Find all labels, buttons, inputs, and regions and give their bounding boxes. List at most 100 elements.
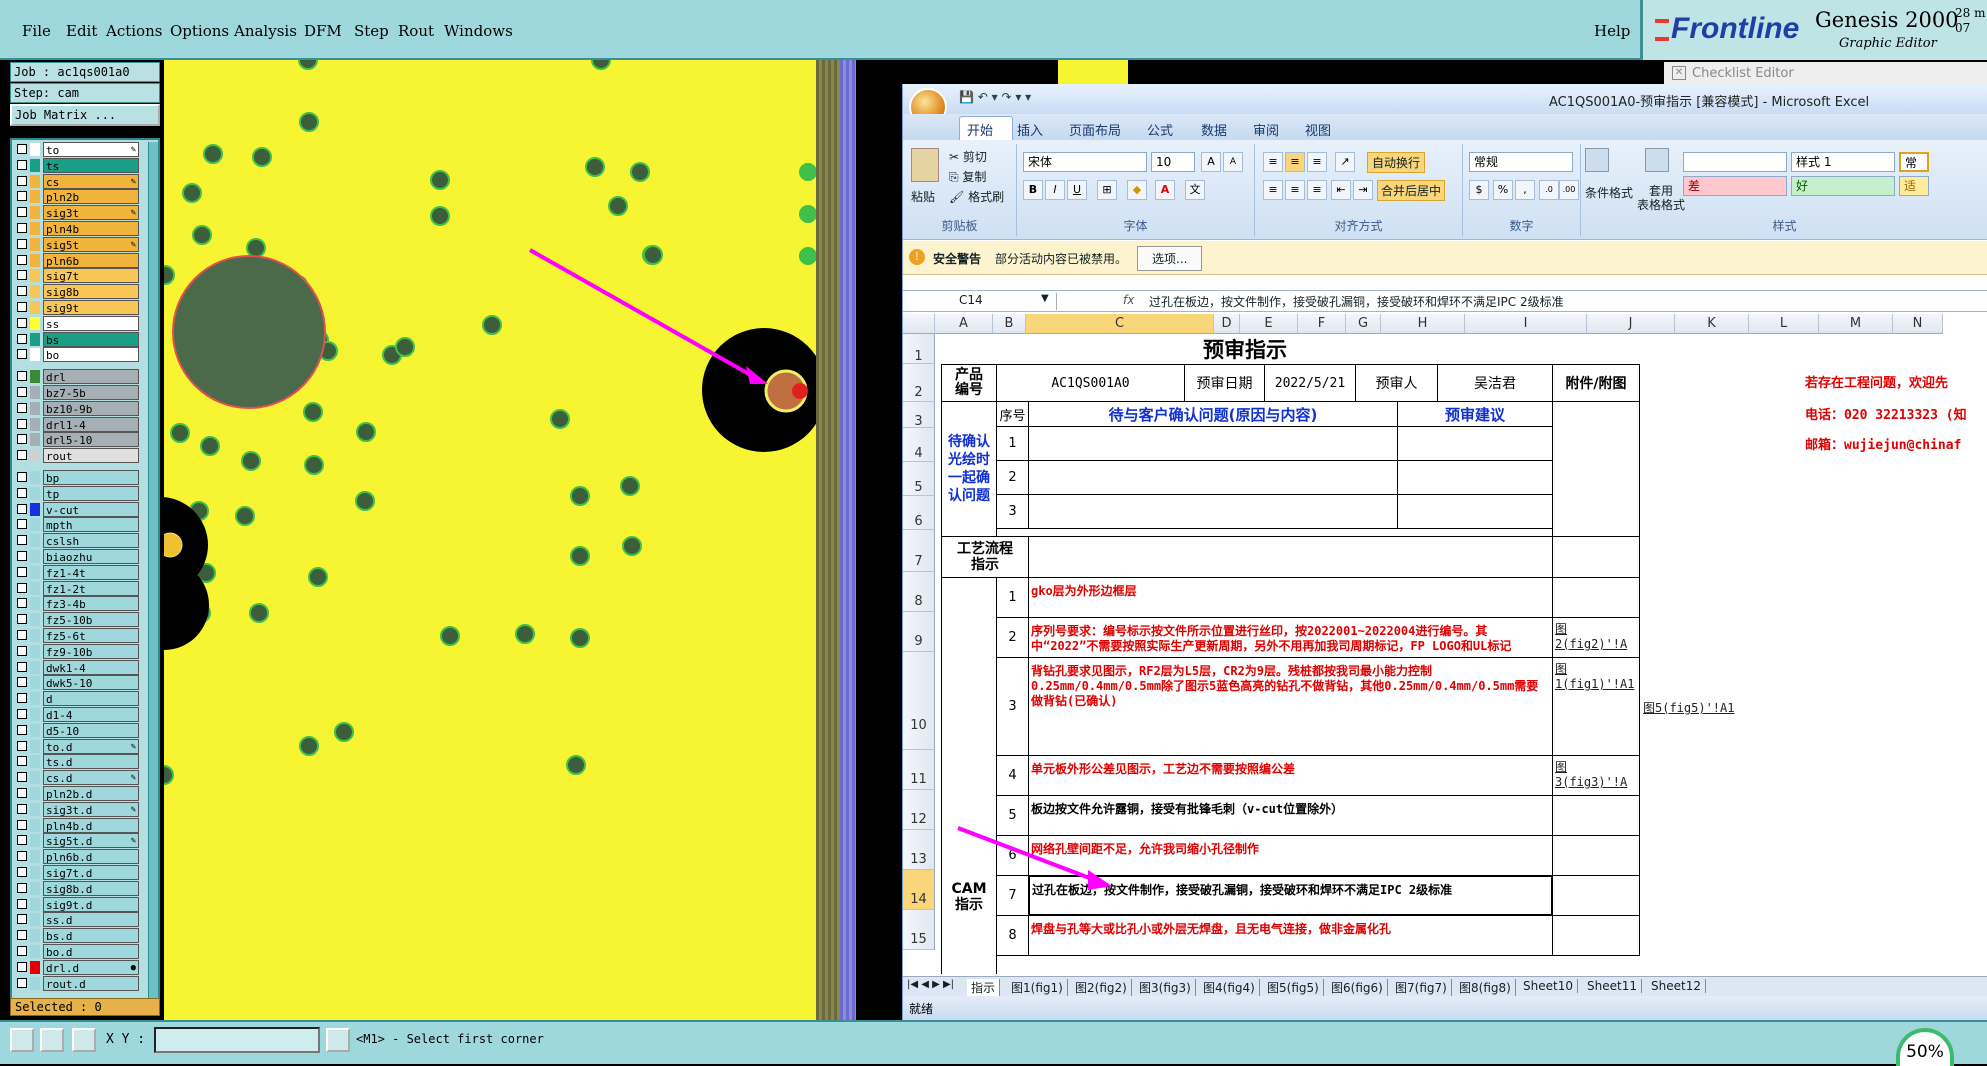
row-header[interactable]: 2 xyxy=(903,364,935,402)
layer-row[interactable]: dwk1-4 xyxy=(14,659,142,675)
contact-line-2[interactable]: 电话：020 32213323 (知 xyxy=(1805,404,1987,424)
layer-color-swatch[interactable] xyxy=(30,433,40,447)
layer-checkbox[interactable] xyxy=(17,566,27,577)
layer-color-swatch[interactable] xyxy=(30,370,40,384)
attach-label[interactable]: 附件/附图 xyxy=(1552,364,1640,402)
layer-checkbox[interactable] xyxy=(17,756,27,767)
xy-input[interactable] xyxy=(154,1027,320,1053)
layer-row[interactable]: bs.d xyxy=(14,928,142,944)
layer-row[interactable]: ts xyxy=(14,157,142,173)
instruction-text[interactable]: 序列号要求：编号标示按文件所示位置进行丝印，按2022001~2022004进行… xyxy=(1028,617,1553,658)
tab-home[interactable]: 开始 xyxy=(967,120,993,139)
menu-analysis[interactable]: Analysis xyxy=(234,22,297,40)
layer-color-swatch[interactable] xyxy=(30,708,40,721)
layer-name[interactable]: cs.d ✎ xyxy=(43,770,139,786)
instruction-attach[interactable]: 图2(fig2)'!A xyxy=(1552,617,1640,658)
layer-checkbox[interactable] xyxy=(17,349,27,360)
layer-checkbox[interactable] xyxy=(17,175,27,186)
layer-checkbox[interactable] xyxy=(17,851,27,862)
layer-row[interactable]: cs.d ✎ xyxy=(14,770,142,786)
layer-checkbox[interactable] xyxy=(17,387,27,397)
layer-color-swatch[interactable] xyxy=(30,332,40,346)
layer-row[interactable]: pln2b.d xyxy=(14,786,142,801)
layer-color-swatch[interactable] xyxy=(30,976,40,990)
layer-name[interactable]: ss xyxy=(43,315,139,331)
layer-name[interactable]: ts.d xyxy=(43,754,139,770)
layer-checkbox[interactable] xyxy=(17,803,27,814)
layer-row[interactable]: drl1-4 xyxy=(14,416,142,432)
style-1[interactable]: 样式 1 xyxy=(1791,152,1895,172)
layer-color-swatch[interactable] xyxy=(30,417,40,431)
layer-checkbox[interactable] xyxy=(17,930,27,941)
info-tool-icon[interactable] xyxy=(326,1028,350,1052)
layer-checkbox[interactable] xyxy=(17,598,27,609)
layer-color-swatch[interactable] xyxy=(30,834,40,848)
font-color-button[interactable]: A xyxy=(1155,180,1175,200)
layer-name[interactable]: dwk5-10 xyxy=(43,675,139,691)
layer-row[interactable]: sig9t.d xyxy=(14,896,142,912)
align-right-button[interactable]: ≡ xyxy=(1307,180,1327,200)
instruction-attach[interactable] xyxy=(1552,835,1640,876)
column-header[interactable]: M xyxy=(1819,314,1893,334)
align-left-button[interactable]: ≡ xyxy=(1263,180,1283,200)
layer-name[interactable]: cs ✎ xyxy=(43,173,139,189)
layer-row[interactable]: pln6b.d xyxy=(14,849,142,865)
layer-row[interactable]: fz5-10b xyxy=(14,612,142,628)
row-header[interactable]: 10 xyxy=(903,652,935,750)
row-header[interactable]: 15 xyxy=(903,910,935,950)
layer-color-swatch[interactable] xyxy=(30,158,40,172)
layer-color-swatch[interactable] xyxy=(30,960,40,974)
column-header[interactable]: H xyxy=(1381,314,1465,334)
style-normal[interactable]: 常 xyxy=(1899,152,1929,172)
layer-row[interactable]: sig8b xyxy=(14,284,142,300)
layer-color-swatch[interactable] xyxy=(30,613,40,627)
layer-color-swatch[interactable] xyxy=(30,449,40,463)
currency-button[interactable]: $ xyxy=(1469,180,1489,200)
checklist-editor-header[interactable]: ✕ Checklist Editor xyxy=(1664,62,1987,86)
layer-color-swatch[interactable] xyxy=(30,253,40,267)
reviewer-label[interactable]: 预审人 xyxy=(1355,364,1438,402)
layer-row[interactable]: pln6b xyxy=(14,252,142,268)
layer-row[interactable]: bs xyxy=(14,331,142,347)
pending-label[interactable]: 待确认 光绘时 一起确 认问题 xyxy=(941,401,997,537)
pending-suggestion[interactable] xyxy=(1397,460,1553,495)
layer-checkbox[interactable] xyxy=(17,402,27,413)
row-header[interactable]: 11 xyxy=(903,750,935,790)
instruction-text[interactable]: 背钻孔要求见图示，RF2层为L5层，CR2为9层。残桩都按我司最小能力控制 0.… xyxy=(1028,657,1553,756)
layer-name[interactable]: pln6b.d xyxy=(43,849,139,865)
layer-name[interactable]: v-cut xyxy=(43,501,139,517)
layer-checkbox[interactable] xyxy=(17,270,27,281)
copy-button[interactable]: ⎘ 复制 xyxy=(949,168,986,185)
layer-row[interactable]: ts.d xyxy=(14,754,142,770)
layer-checkbox[interactable] xyxy=(17,487,27,498)
layer-checkbox[interactable] xyxy=(17,519,27,530)
instruction-attach[interactable] xyxy=(1552,577,1640,618)
suggest-header[interactable]: 预审建议 xyxy=(1397,401,1553,427)
layer-row[interactable]: bz7-5b xyxy=(14,385,142,400)
layer-checkbox[interactable] xyxy=(17,450,27,461)
layer-name[interactable]: pln2b xyxy=(43,189,139,205)
layer-name[interactable]: to ✎ xyxy=(43,142,139,157)
layer-name[interactable]: pln2b.d xyxy=(43,786,139,801)
layer-color-swatch[interactable] xyxy=(30,143,40,156)
menu-step[interactable]: Step xyxy=(354,22,389,40)
row-header[interactable]: 9 xyxy=(903,612,935,652)
layer-checkbox[interactable] xyxy=(17,503,27,514)
layer-color-swatch[interactable] xyxy=(30,771,40,785)
contact-line-3[interactable]: 邮箱：wujiejun@chinaf xyxy=(1805,434,1987,454)
layer-color-swatch[interactable] xyxy=(30,787,40,800)
pending-question[interactable] xyxy=(1028,426,1398,461)
layer-color-swatch[interactable] xyxy=(30,739,40,753)
layer-name[interactable]: drl1-4 xyxy=(43,416,139,432)
column-header[interactable]: K xyxy=(1675,314,1749,334)
layer-checkbox[interactable] xyxy=(17,898,27,909)
layer-name[interactable]: drl5-10 xyxy=(43,432,139,448)
row-header[interactable]: 7 xyxy=(903,530,935,572)
layer-row[interactable]: to ✎ xyxy=(14,142,142,157)
column-header[interactable]: I xyxy=(1465,314,1587,334)
layer-row[interactable]: fz3-4b xyxy=(14,596,142,612)
layer-color-swatch[interactable] xyxy=(30,401,40,415)
table-format-button[interactable]: 套用 表格格式 xyxy=(1637,184,1685,212)
fx-icon[interactable]: fx xyxy=(1123,293,1134,307)
layer-name[interactable]: bs xyxy=(43,331,139,347)
